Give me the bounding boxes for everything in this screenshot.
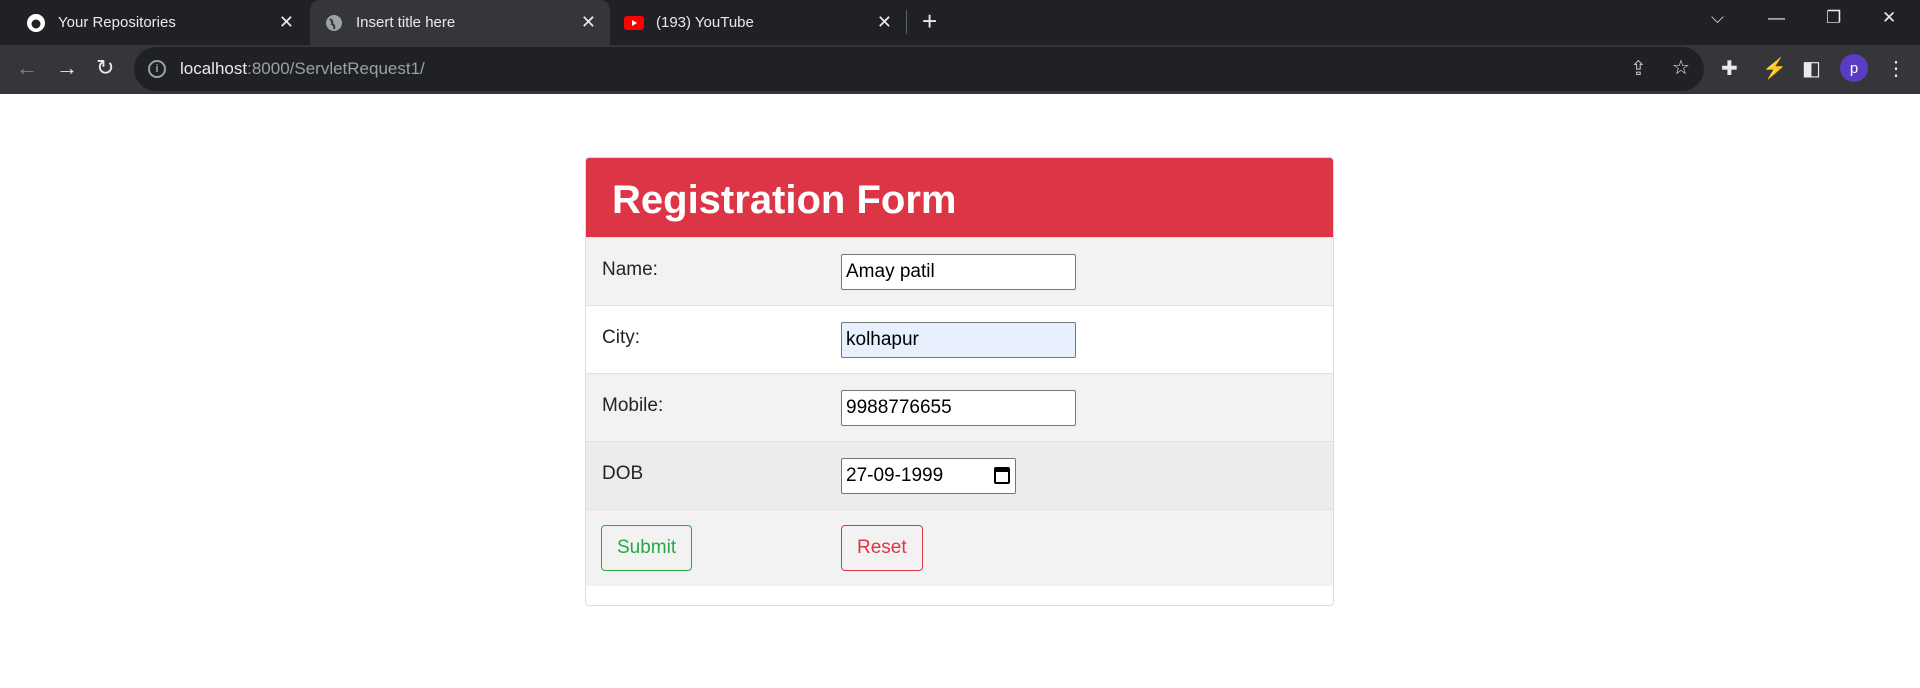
- menu-icon[interactable]: ⋮: [1886, 56, 1906, 81]
- reset-button[interactable]: Reset: [841, 525, 923, 571]
- tab-title: Insert title here: [356, 14, 456, 31]
- city-input[interactable]: kolhapur: [841, 322, 1076, 358]
- dob-row: DOB 27-09-1999: [586, 441, 1333, 509]
- profile-avatar[interactable]: p: [1840, 54, 1868, 82]
- page-title: Registration Form: [586, 158, 1333, 237]
- close-tab-icon[interactable]: ✕: [581, 12, 596, 33]
- reload-icon[interactable]: ↻: [96, 55, 114, 81]
- youtube-icon: [624, 13, 644, 33]
- new-tab-button[interactable]: +: [922, 6, 937, 37]
- bookmark-star-icon[interactable]: ☆: [1672, 55, 1690, 80]
- dob-label: DOB: [602, 463, 644, 484]
- mobile-input[interactable]: 9988776655: [841, 390, 1076, 426]
- extension-bolt-icon[interactable]: ⚡: [1762, 56, 1787, 81]
- tab-your-repositories[interactable]: Your Repositories ✕: [8, 0, 308, 45]
- url-host: localhost: [180, 59, 248, 78]
- mobile-label: Mobile:: [602, 395, 664, 416]
- dob-input[interactable]: 27-09-1999: [841, 458, 1016, 494]
- tab-insert-title-here[interactable]: Insert title here ✕: [310, 0, 610, 45]
- url-path: :8000/ServletRequest1/: [247, 59, 425, 78]
- tab-separator: [906, 10, 907, 34]
- dob-value: 27-09-1999: [846, 465, 944, 486]
- mobile-row: Mobile: 9988776655: [586, 373, 1333, 441]
- tab-title: Your Repositories: [58, 14, 176, 31]
- calendar-icon[interactable]: [994, 467, 1010, 484]
- forward-icon[interactable]: →: [56, 55, 78, 81]
- registration-card: Registration Form Name: Amay patil City:…: [585, 157, 1334, 606]
- globe-icon: [324, 13, 344, 33]
- city-label: City:: [602, 327, 640, 348]
- button-row: Submit Reset: [586, 509, 1333, 586]
- github-icon: [26, 13, 46, 33]
- name-label: Name:: [602, 259, 658, 280]
- toolbar: ← → ↻ i localhost:8000/ServletRequest1/ …: [0, 45, 1920, 94]
- address-bar[interactable]: i localhost:8000/ServletRequest1/ ⇪ ☆: [134, 47, 1704, 91]
- city-row: City: kolhapur: [586, 305, 1333, 373]
- name-row: Name: Amay patil: [586, 237, 1333, 305]
- site-info-icon[interactable]: i: [148, 60, 166, 78]
- tab-youtube[interactable]: (193) YouTube ✕: [612, 0, 906, 45]
- submit-button[interactable]: Submit: [601, 525, 693, 571]
- close-window-button[interactable]: ✕: [1882, 8, 1896, 28]
- tab-bar: Your Repositories ✕ Insert title here ✕ …: [0, 0, 1920, 45]
- extensions-icon[interactable]: ✚: [1721, 56, 1738, 81]
- close-tab-icon[interactable]: ✕: [877, 12, 892, 33]
- share-icon[interactable]: ⇪: [1630, 56, 1647, 81]
- side-panel-icon[interactable]: ◧: [1802, 56, 1821, 81]
- back-icon[interactable]: ←: [16, 55, 38, 81]
- tab-title: (193) YouTube: [656, 14, 754, 31]
- restore-button[interactable]: ❐: [1826, 8, 1841, 28]
- minimize-button[interactable]: —: [1768, 8, 1785, 28]
- tab-search-chevron-icon[interactable]: ⌵: [1711, 8, 1724, 28]
- close-tab-icon[interactable]: ✕: [279, 12, 294, 33]
- name-input[interactable]: Amay patil: [841, 254, 1076, 290]
